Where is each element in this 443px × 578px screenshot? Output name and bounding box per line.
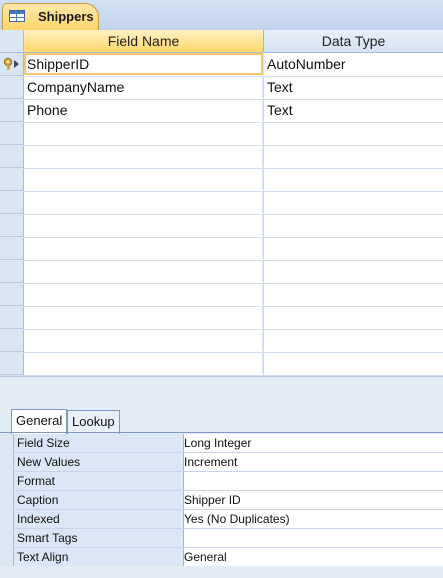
empty-field-row[interactable] (0, 168, 443, 192)
document-tab-strip: Shippers (0, 0, 443, 31)
row-selector[interactable] (0, 76, 23, 99)
row-selector[interactable] (0, 99, 23, 122)
row-selector[interactable] (0, 145, 23, 168)
row-selector[interactable] (0, 306, 23, 329)
field-name-cell[interactable] (24, 329, 263, 351)
property-label: Text Align (14, 548, 184, 566)
row-selector[interactable] (0, 283, 23, 306)
field-properties-tabs: General Lookup (0, 406, 443, 434)
property-row[interactable]: Field Size Long Integer (14, 434, 443, 453)
data-type-cell[interactable] (264, 306, 442, 328)
field-name-cell[interactable] (24, 352, 263, 374)
tab-lookup[interactable]: Lookup (67, 410, 120, 434)
row-selector[interactable] (0, 214, 23, 237)
property-value[interactable]: Long Integer (184, 434, 440, 452)
data-type-cell[interactable] (264, 191, 442, 213)
tab-general[interactable]: General (11, 409, 68, 434)
field-name-cell[interactable] (24, 283, 263, 305)
field-properties-sheet: Field Size Long Integer New Values Incre… (13, 434, 443, 567)
empty-field-row[interactable] (0, 214, 443, 238)
property-row[interactable]: Smart Tags (14, 529, 443, 548)
property-label: Field Size (14, 434, 184, 452)
field-name-cell[interactable] (24, 237, 263, 259)
empty-field-row[interactable] (0, 329, 443, 353)
property-row[interactable]: Format (14, 472, 443, 491)
grid-header: Field Name Data Type (0, 30, 443, 53)
field-row[interactable]: Phone Text (0, 99, 443, 123)
field-name-cell[interactable] (24, 122, 263, 144)
row-selector[interactable] (0, 191, 23, 214)
row-selector[interactable] (0, 329, 23, 352)
field-name-cell[interactable] (24, 260, 263, 282)
property-value[interactable]: Yes (No Duplicates) (184, 510, 440, 528)
empty-field-row[interactable] (0, 352, 443, 376)
row-selector[interactable] (0, 53, 23, 76)
pane-splitter[interactable] (0, 376, 443, 407)
property-label: Indexed (14, 510, 184, 528)
field-name-cell[interactable]: Phone (24, 99, 263, 121)
data-type-cell[interactable]: Text (264, 99, 442, 121)
row-selector[interactable] (0, 122, 23, 145)
property-value[interactable] (184, 529, 440, 547)
data-type-cell[interactable] (264, 122, 442, 144)
property-row[interactable]: Text Align General (14, 548, 443, 567)
data-type-cell[interactable]: AutoNumber (264, 53, 442, 75)
data-type-cell[interactable] (264, 237, 442, 259)
property-value[interactable] (184, 472, 440, 490)
field-name-cell[interactable] (24, 191, 263, 213)
property-value[interactable]: Shipper ID (184, 491, 440, 509)
empty-field-row[interactable] (0, 306, 443, 330)
property-value[interactable]: General (184, 548, 440, 566)
tab-label: Shippers (38, 9, 94, 24)
field-row[interactable]: CompanyName Text (0, 76, 443, 100)
row-selector[interactable] (0, 260, 23, 283)
grid-corner[interactable] (0, 30, 23, 52)
property-row[interactable]: Indexed Yes (No Duplicates) (14, 510, 443, 529)
field-name-cell[interactable] (24, 168, 263, 190)
property-label: Format (14, 472, 184, 490)
data-type-cell[interactable]: Text (264, 76, 442, 98)
field-name-cell[interactable]: ShipperID (24, 53, 263, 75)
row-selector[interactable] (0, 168, 23, 191)
data-type-cell[interactable] (264, 260, 442, 282)
data-type-cell[interactable] (264, 214, 442, 236)
table-icon (9, 10, 25, 22)
field-name-cell[interactable] (24, 214, 263, 236)
row-selector[interactable] (0, 352, 23, 375)
property-label: New Values (14, 453, 184, 471)
field-name-cell[interactable] (24, 306, 263, 328)
column-header-data-type[interactable]: Data Type (264, 30, 443, 52)
property-label: Caption (14, 491, 184, 509)
data-type-cell[interactable] (264, 145, 442, 167)
table-design-grid: Field Name Data Type ShipperID AutoNumbe… (0, 30, 443, 376)
field-row[interactable]: ShipperID AutoNumber (0, 53, 443, 77)
data-type-cell[interactable] (264, 168, 442, 190)
data-type-cell[interactable] (264, 352, 442, 374)
tab-shippers[interactable]: Shippers (2, 3, 99, 31)
primary-key-icon (3, 57, 19, 70)
empty-field-row[interactable] (0, 122, 443, 146)
property-value[interactable]: Increment (184, 453, 440, 471)
data-type-cell[interactable] (264, 283, 442, 305)
field-name-cell[interactable] (24, 145, 263, 167)
data-type-cell[interactable] (264, 329, 442, 351)
property-row[interactable]: New Values Increment (14, 453, 443, 472)
empty-field-row[interactable] (0, 191, 443, 215)
empty-field-row[interactable] (0, 145, 443, 169)
field-name-cell[interactable]: CompanyName (24, 76, 263, 98)
property-label: Smart Tags (14, 529, 184, 547)
empty-field-row[interactable] (0, 237, 443, 261)
empty-field-row[interactable] (0, 283, 443, 307)
empty-field-row[interactable] (0, 260, 443, 284)
column-header-field-name[interactable]: Field Name (24, 30, 264, 52)
row-selector[interactable] (0, 237, 23, 260)
property-row[interactable]: Caption Shipper ID (14, 491, 443, 510)
